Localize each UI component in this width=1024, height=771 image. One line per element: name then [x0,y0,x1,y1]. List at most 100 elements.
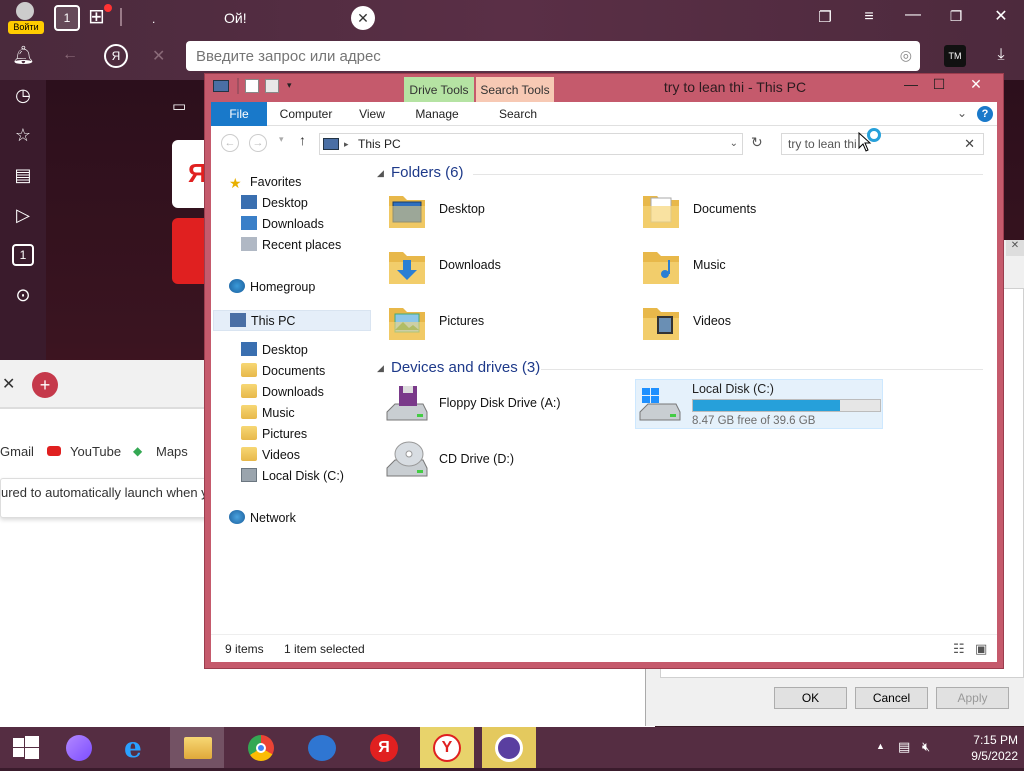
alice-assistant-button[interactable] [54,727,108,768]
bookmark-gmail[interactable]: Gmail [0,444,34,459]
vpn-app-button[interactable] [482,727,536,768]
nav-pc-music[interactable]: Music [241,403,295,423]
close-tab-button[interactable]: ✕ [351,6,375,30]
drive-floppy[interactable]: Floppy Disk Drive (A:) [383,380,623,432]
path-segment-this-pc[interactable]: This PC [358,134,401,154]
collections-icon[interactable]: ▤ [12,164,34,186]
nav-pc-pictures[interactable]: Pictures [241,424,307,444]
apply-button[interactable]: Apply [936,687,1009,709]
address-bar[interactable]: ◎ [186,41,920,71]
nav-favorites[interactable]: ★ Favorites [229,172,301,192]
downloads-icon[interactable]: ⤓ [990,46,1012,68]
history-icon[interactable]: ◷ [12,84,34,106]
back-button[interactable]: ← [62,46,84,68]
folder-pictures[interactable]: Pictures [383,298,623,350]
nav-favorites-downloads[interactable]: Downloads [241,214,324,234]
nav-this-pc[interactable]: This PC [213,310,371,331]
close-window-button[interactable]: ✕ [957,74,995,94]
tab-grid-icon[interactable]: ▭ [172,95,196,119]
nav-network[interactable]: Network [229,508,296,528]
address-path[interactable]: ▸ This PC ⌄ [319,133,743,155]
collapse-devices-icon[interactable]: ◢ [377,363,384,374]
bookmark-maps[interactable]: Maps [156,444,188,459]
ribbon-expand-icon[interactable]: ⌄ [957,106,967,120]
refresh-icon[interactable]: ↻ [751,134,763,151]
file-explorer-button[interactable] [170,727,224,768]
nav-pc-desktop[interactable]: Desktop [241,340,308,360]
menu-icon[interactable]: ≡ [858,8,880,30]
tab-view[interactable]: View [349,102,395,126]
yandex-home-icon[interactable]: Я [104,44,128,68]
search-input[interactable]: try to lean thi [788,137,857,151]
help-icon[interactable]: ? [977,106,993,122]
folders-group-header[interactable]: Folders (6) [391,164,464,181]
path-dropdown-icon[interactable]: ⌄ [730,134,738,154]
qat-dropdown-icon[interactable]: ▾ [287,80,292,91]
dialog-scroll-icon[interactable]: ✕ [1006,240,1024,256]
close-inner-tab-icon[interactable]: ✕ [2,374,15,394]
extension-icon[interactable]: TM [944,45,966,67]
ok-button[interactable]: OK [774,687,847,709]
close-browser-button[interactable]: ✕ [990,6,1012,28]
up-arrow-icon[interactable]: ↑ [299,132,306,148]
new-tab-button[interactable]: ⊞ [88,4,112,30]
screenshot-icon[interactable]: ⊙ [12,284,34,306]
large-icons-view-icon[interactable]: ▣ [975,641,987,657]
tab-manage[interactable]: Manage [409,102,465,126]
bookmark-youtube[interactable]: YouTube [70,444,121,459]
nav-recent-places[interactable]: Recent places [241,235,341,255]
new-folder-icon[interactable] [265,79,279,93]
volume-muted-icon[interactable]: 🔇︎ [922,739,930,755]
drive-local-disk[interactable]: Local Disk (C:) 8.47 GB free of 39.6 GB [635,379,883,429]
bell-icon[interactable]: 🔔︎ [12,44,35,66]
minimize-browser-button[interactable]: — [902,6,924,28]
tab-file[interactable]: File [211,102,267,126]
add-inner-tab-button[interactable]: + [32,372,58,398]
drive-tools-context-tab[interactable]: Drive Tools [404,77,474,103]
camera-search-icon[interactable]: ◎ [900,47,912,64]
restore-browser-button[interactable]: ❐ [945,8,967,30]
folder-downloads[interactable]: Downloads [383,242,623,294]
nav-pc-downloads[interactable]: Downloads [241,382,324,402]
stop-button[interactable]: ✕ [152,46,174,68]
folder-documents[interactable]: Documents [637,186,877,238]
folder-videos[interactable]: Videos [637,298,877,350]
cancel-button[interactable]: Cancel [855,687,928,709]
search-box[interactable]: try to lean thi ✕ [781,133,984,155]
chrome-button[interactable] [234,727,288,768]
nav-pc-documents[interactable]: Documents [241,361,325,381]
nav-favorites-desktop[interactable]: Desktop [241,193,308,213]
nav-pc-local-disk[interactable]: Local Disk (C:) [241,466,344,486]
start-button[interactable] [0,727,54,768]
play-icon[interactable]: ▷ [12,204,34,226]
tabs-overview-button[interactable]: 1 [54,5,80,31]
recent-locations-icon[interactable]: ▾ [279,134,284,145]
sidebar-tabs-button[interactable]: 1 [12,244,34,266]
tab-search[interactable]: Search [487,102,549,126]
yandex-app-button[interactable]: Y [420,727,474,768]
star-icon[interactable]: ☆ [12,124,34,146]
search-tools-context-tab[interactable]: Search Tools [476,77,554,103]
devices-group-header[interactable]: Devices and drives (3) [391,359,540,376]
tab-computer[interactable]: Computer [273,102,339,126]
internet-explorer-button[interactable]: e [112,727,166,768]
taskbar-clock[interactable]: 7:15 PM 9/5/2022 [946,732,1018,764]
address-input[interactable] [186,41,876,71]
bookmarks-icon[interactable]: ❐ [814,8,836,30]
clear-search-icon[interactable]: ✕ [964,134,975,154]
folder-music[interactable]: Music [637,242,877,294]
tray-expand-icon[interactable]: ▲ [876,741,885,751]
tab-title[interactable]: Ой! [224,10,247,26]
folder-desktop[interactable]: Desktop [383,186,623,238]
nav-homegroup[interactable]: Homegroup [229,277,315,297]
details-view-icon[interactable]: ☷ [953,641,965,657]
browser-app-button[interactable] [296,727,350,768]
maximize-button[interactable]: ☐ [923,74,955,94]
properties-icon[interactable] [245,79,259,93]
network-tray-icon[interactable]: ▤ [898,739,910,755]
back-arrow-icon[interactable]: ← [221,134,239,152]
yandex-browser-button[interactable]: Я [358,727,412,768]
collapse-folders-icon[interactable]: ◢ [377,168,384,179]
nav-pc-videos[interactable]: Videos [241,445,300,465]
forward-arrow-icon[interactable]: → [249,134,267,152]
